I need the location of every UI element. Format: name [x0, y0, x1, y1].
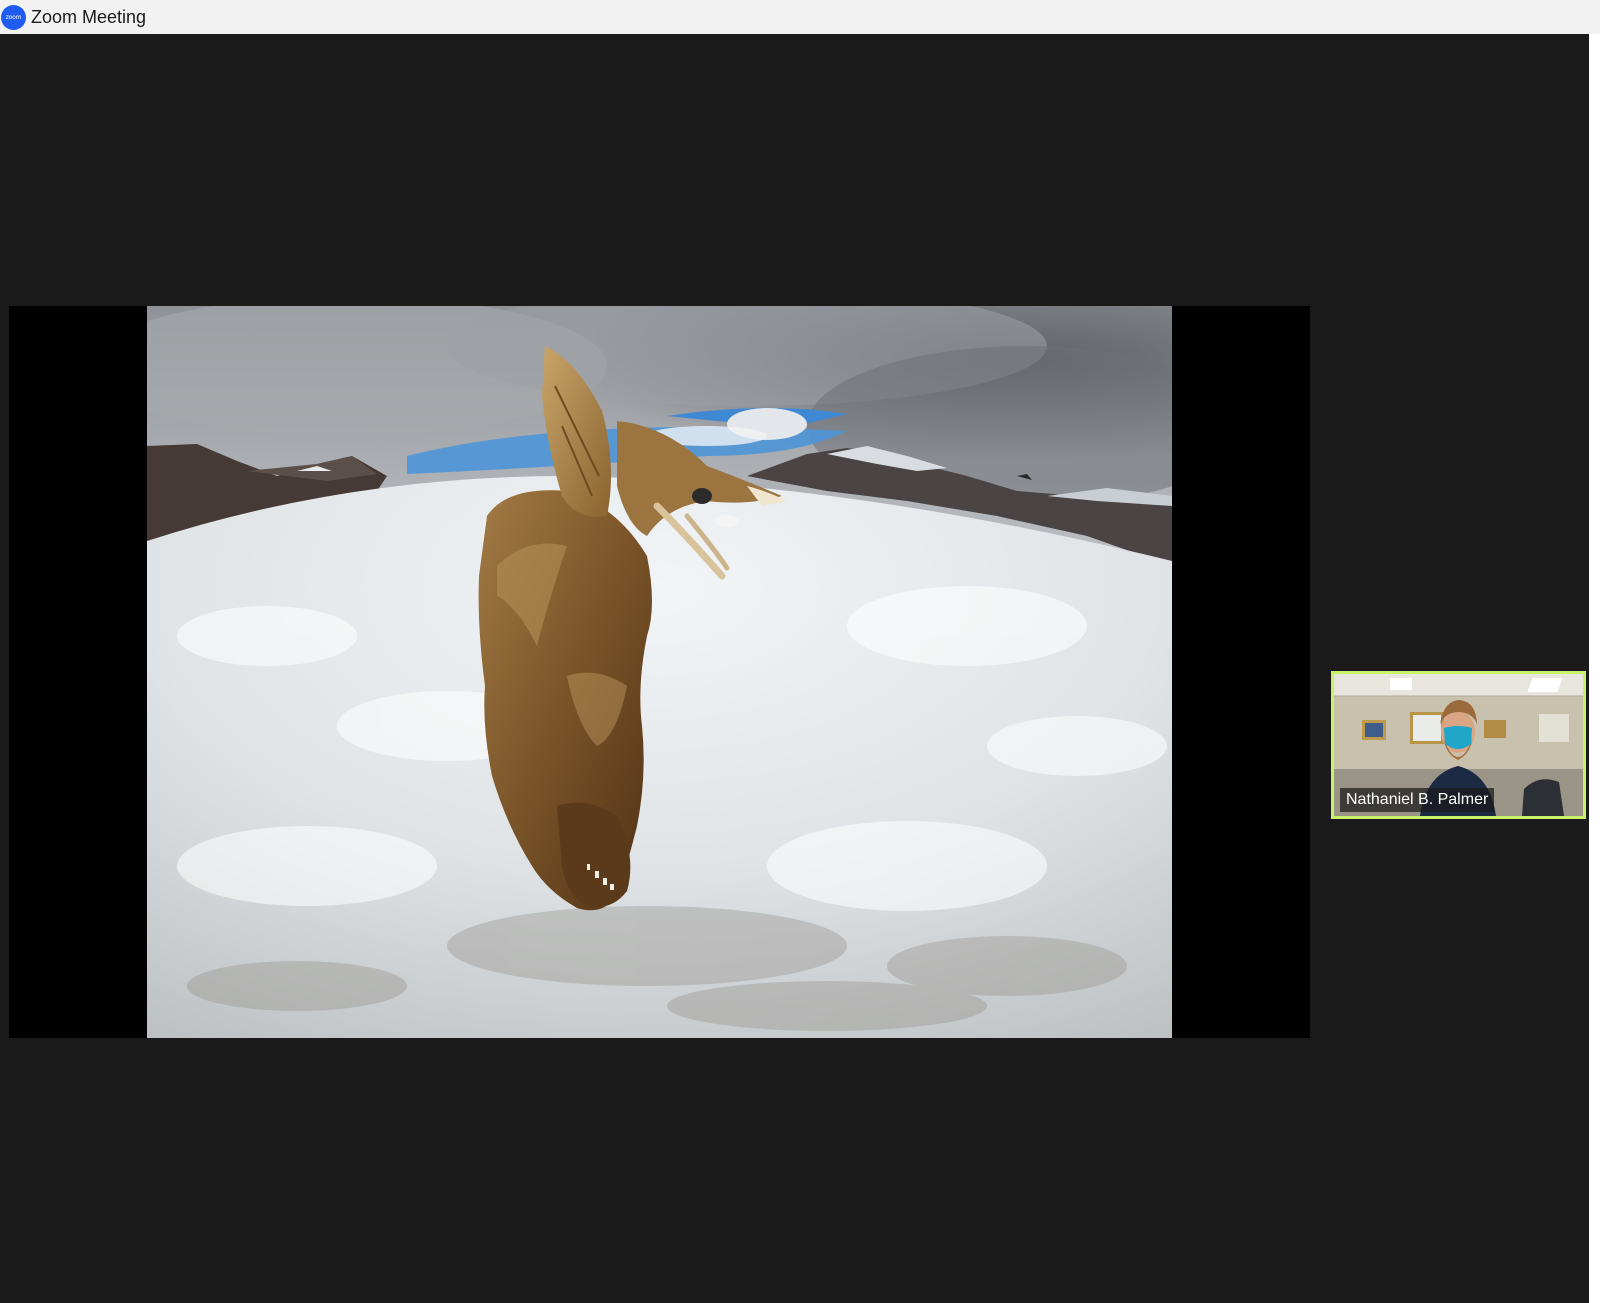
shared-photo-graphic — [147, 306, 1172, 1038]
window-title: Zoom Meeting — [31, 6, 147, 27]
zoom-meeting-window: zoom Zoom Meeting Nathaniel B. Palmer — [0, 0, 1600, 1303]
participant-name-label: Nathaniel B. Palmer — [1340, 788, 1495, 812]
title-bar[interactable]: zoom Zoom Meeting — [0, 0, 1600, 34]
window-edge — [1589, 34, 1600, 1303]
shared-photo — [147, 306, 1172, 1038]
app-icon-text: zoom — [5, 13, 22, 21]
shared-screen[interactable] — [9, 306, 1310, 1038]
participant-tile[interactable]: Nathaniel B. Palmer — [1331, 671, 1586, 819]
zoom-logo-icon: zoom — [1, 4, 26, 30]
